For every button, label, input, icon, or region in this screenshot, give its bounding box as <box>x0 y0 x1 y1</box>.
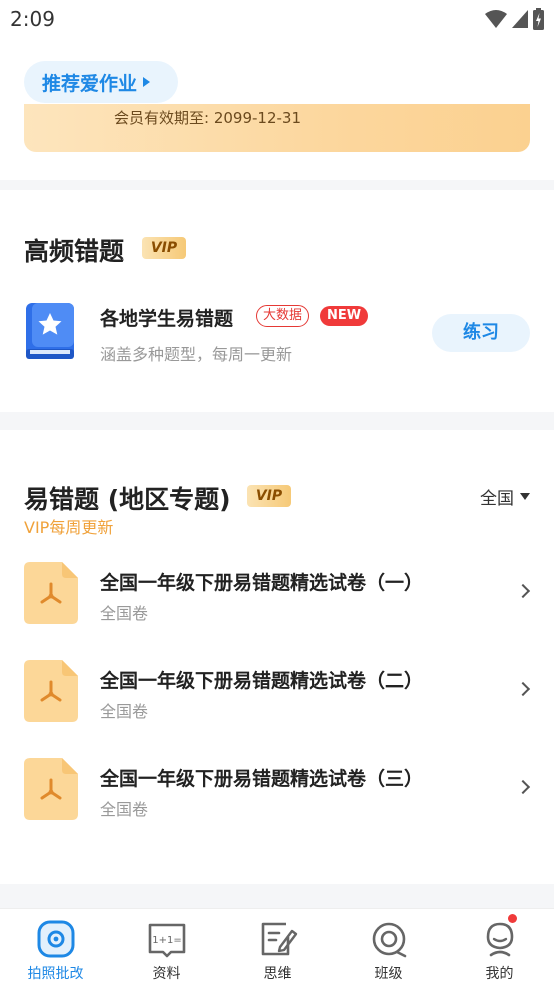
chevron-right-icon <box>515 779 531 795</box>
regional-section: 易错题 (地区专题) VIP 全国 VIP每周更新 全国一年级下册易错题精选试卷… <box>0 430 554 884</box>
recommend-card: 会员有效期至: 2099-12-31 推荐爱作业 <box>0 40 554 180</box>
pdf-file-icon <box>24 660 78 722</box>
vip-expiry-text: 会员有效期至: 2099-12-31 <box>114 109 301 127</box>
section-title-regional: 易错题 (地区专题) <box>24 485 231 514</box>
new-tag: NEW <box>320 306 369 326</box>
recommend-button[interactable]: 推荐爱作业 <box>24 61 178 103</box>
class-target-icon <box>372 922 407 958</box>
status-bar: 2:09 <box>0 0 554 40</box>
pdf-file-icon <box>24 562 78 624</box>
chevron-right-icon <box>515 583 531 599</box>
paper-row-1[interactable]: 全国一年级下册易错题精选试卷（一） 全国卷 <box>0 562 554 652</box>
vip-weekly-note: VIP每周更新 <box>24 518 114 537</box>
question-book-icon <box>26 303 74 359</box>
high-freq-section: 高频错题 VIP 各地学生易错题 大数据 NEW 涵盖多种题型，每周一更新 练习 <box>0 190 554 412</box>
tab-label: 思维 <box>263 966 292 982</box>
chevron-right-icon <box>515 681 531 697</box>
tab-thinking[interactable]: 思维 <box>222 909 333 984</box>
wifi-icon <box>485 10 507 28</box>
tab-materials[interactable]: 1+1= 资料 <box>111 909 222 984</box>
practice-button[interactable]: 练习 <box>432 314 530 352</box>
tab-label: 我的 <box>485 966 514 982</box>
region-filter-dropdown[interactable]: 全国 <box>480 484 530 509</box>
bigdata-tag: 大数据 <box>256 305 310 327</box>
region-filter-label: 全国 <box>480 489 514 509</box>
status-time: 2:09 <box>10 7 55 31</box>
status-icons <box>485 8 544 30</box>
book-math-icon: 1+1= <box>148 923 186 958</box>
paper-row-2[interactable]: 全国一年级下册易错题精选试卷（二） 全国卷 <box>0 660 554 750</box>
camera-check-icon <box>37 920 75 958</box>
vip-membership-banner: 会员有效期至: 2099-12-31 <box>24 104 530 152</box>
battery-icon <box>533 8 544 30</box>
play-arrow-icon <box>143 77 151 87</box>
notification-dot <box>508 914 517 923</box>
tab-mine[interactable]: 我的 <box>444 909 554 984</box>
caret-down-icon <box>520 493 530 500</box>
item-subtitle: 涵盖多种题型，每周一更新 <box>100 345 293 364</box>
vip-badge-regional: VIP <box>247 485 291 507</box>
tab-photo-grading[interactable]: 拍照批改 <box>0 909 111 984</box>
signal-icon <box>512 10 528 28</box>
tab-label: 班级 <box>374 966 403 982</box>
section-title: 高频错题 <box>24 237 125 266</box>
paper-subtitle: 全国卷 <box>100 604 149 623</box>
item-title: 各地学生易错题 <box>100 308 234 330</box>
paper-subtitle: 全国卷 <box>100 800 149 819</box>
vip-badge: VIP <box>142 237 186 259</box>
paper-title: 全国一年级下册易错题精选试卷（二） <box>100 670 424 692</box>
paper-subtitle: 全国卷 <box>100 702 149 721</box>
tab-class[interactable]: 班级 <box>333 909 444 984</box>
paper-row-3[interactable]: 全国一年级下册易错题精选试卷（三） 全国卷 <box>0 758 554 848</box>
bottom-tab-bar: 拍照批改 1+1= 资料 思维 班级 我的 <box>0 908 554 984</box>
recommend-label: 推荐爱作业 <box>42 72 138 95</box>
paper-title: 全国一年级下册易错题精选试卷（三） <box>100 768 424 790</box>
pen-note-icon <box>261 922 298 956</box>
pdf-file-icon <box>24 758 78 820</box>
svg-text:1+1=: 1+1= <box>152 935 181 946</box>
paper-title: 全国一年级下册易错题精选试卷（一） <box>100 572 424 594</box>
tab-label: 拍照批改 <box>27 966 84 982</box>
profile-avatar-icon <box>486 922 514 957</box>
tab-label: 资料 <box>152 966 181 982</box>
